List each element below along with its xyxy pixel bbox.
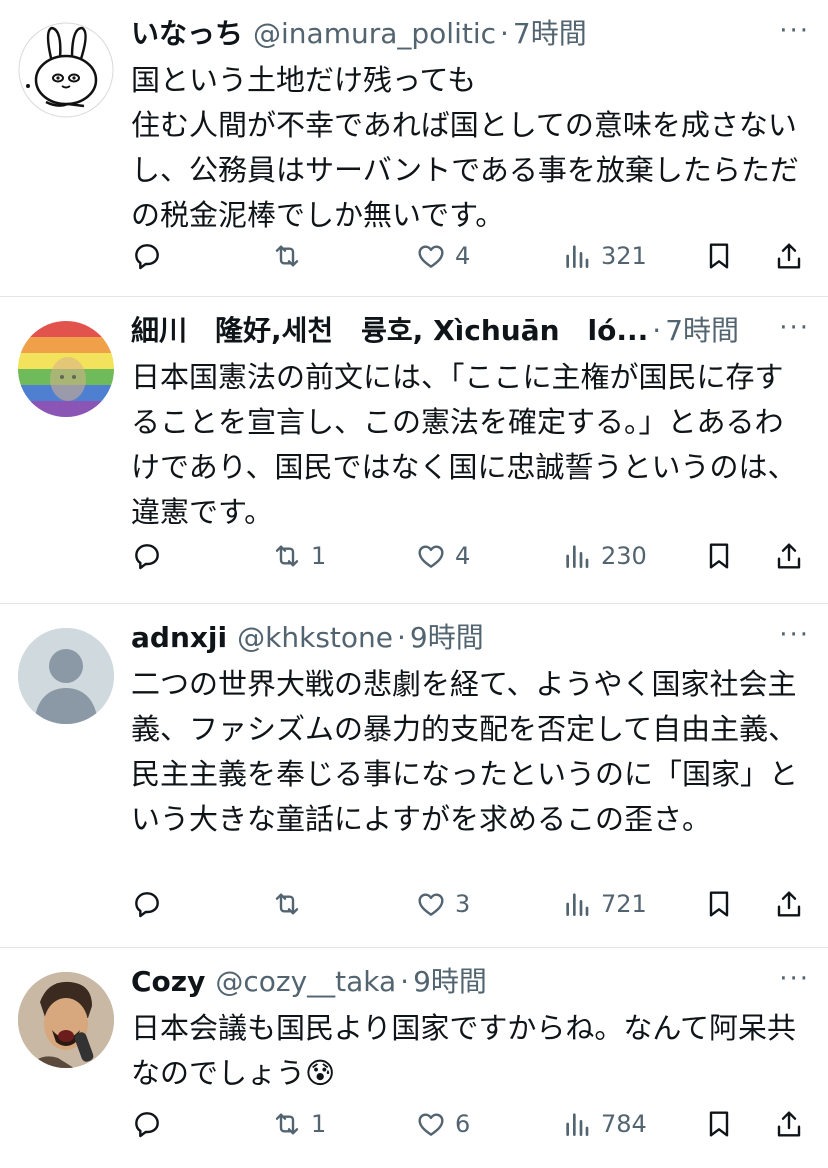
like-button[interactable]: 6	[415, 1108, 470, 1140]
default-person-icon	[18, 628, 114, 724]
avatar[interactable]	[18, 972, 114, 1068]
tweet-text: 二つの世界大戦の悲劇を経て、ようやく国家社会主義、ファシズムの暴力的支配を否定し…	[131, 667, 799, 836]
like-button[interactable]: 3	[415, 888, 470, 920]
retweet-icon	[275, 1113, 299, 1135]
separator-dot: ·	[397, 621, 406, 654]
rainbow-avatar-icon	[18, 321, 114, 417]
share-icon	[777, 891, 801, 917]
retweet-count: 1	[311, 1110, 327, 1138]
more-icon[interactable]: ···	[779, 620, 810, 650]
more-icon[interactable]: ···	[779, 16, 810, 46]
bookmark-icon	[709, 243, 729, 269]
tweet-text: 日本国憲法の前文には、「ここに主権が国民に存することを宣言し、この憲法を確定する…	[131, 360, 797, 529]
author-handle[interactable]: @khkstone	[237, 618, 393, 658]
retweet-button[interactable]: 1	[271, 1108, 326, 1140]
retweet-button[interactable]	[271, 888, 311, 920]
reply-icon	[135, 544, 159, 570]
separator-dot: ·	[652, 314, 662, 347]
share-icon	[777, 243, 801, 269]
share-icon	[777, 543, 801, 569]
author-name[interactable]: Cozy	[131, 962, 205, 1002]
retweet-button[interactable]	[271, 240, 311, 272]
views-count: 230	[601, 542, 647, 570]
tweet[interactable]: adnxji @khkstone · 9時間 ··· 二つの世界大戦の悲劇を経て…	[0, 604, 828, 948]
retweet-icon	[275, 245, 299, 267]
singer-avatar-icon	[18, 972, 114, 1068]
reply-icon	[135, 1112, 159, 1138]
like-count: 3	[455, 890, 471, 918]
share-button[interactable]	[773, 540, 805, 572]
views-count: 784	[601, 1110, 647, 1138]
bookmark-button[interactable]	[703, 240, 735, 272]
action-bar: 1 4 230	[131, 536, 810, 576]
like-count: 4	[455, 542, 471, 570]
tweet-text: 日本会議も国民より国家ですからね。なんて阿呆共なのでしょう😰	[131, 1011, 796, 1090]
retweet-icon	[275, 545, 299, 567]
reply-icon	[135, 244, 159, 270]
more-icon[interactable]: ···	[779, 313, 810, 343]
views-count: 721	[601, 890, 647, 918]
bookmark-icon	[709, 543, 729, 569]
timestamp[interactable]: 9時間	[413, 962, 487, 1002]
like-count: 6	[455, 1110, 471, 1138]
like-button[interactable]: 4	[415, 240, 470, 272]
bookmark-button[interactable]	[703, 1108, 735, 1140]
views-count: 321	[601, 242, 647, 270]
avatar[interactable]	[18, 22, 114, 118]
action-bar: 3 721	[131, 884, 810, 924]
tweet[interactable]: Cozy @cozy__taka · 9時間 ··· 日本会議も国民より国家です…	[0, 948, 828, 1168]
reply-button[interactable]	[131, 1108, 171, 1140]
bookmark-button[interactable]	[703, 540, 735, 572]
bookmark-icon	[709, 1111, 729, 1137]
separator-dot: ·	[500, 17, 509, 50]
like-count: 4	[455, 242, 471, 270]
views-icon	[566, 1113, 589, 1136]
timestamp[interactable]: 7時間	[513, 14, 587, 54]
tweet[interactable]: いなっち @inamura_politic · 7時間 ··· 国という土地だけ…	[0, 0, 828, 297]
author-name[interactable]: いなっち	[131, 14, 243, 54]
views-button[interactable]: 321	[561, 240, 647, 272]
separator-dot: ·	[400, 965, 410, 998]
tweet[interactable]: 細川 隆好,세천 륭호, Xìchuān ló... · 7時間 ··· 日本国…	[0, 297, 828, 604]
share-button[interactable]	[773, 888, 805, 920]
author-name[interactable]: adnxji	[131, 618, 227, 658]
views-icon	[566, 245, 589, 268]
timestamp[interactable]: 9時間	[410, 618, 484, 658]
action-bar: 4 321	[131, 236, 810, 276]
like-icon	[418, 545, 444, 568]
timestamp[interactable]: 7時間	[665, 311, 739, 351]
like-icon	[418, 245, 444, 268]
avatar[interactable]	[18, 321, 114, 417]
like-icon	[418, 1113, 444, 1136]
retweet-count: 1	[311, 542, 327, 570]
author-handle[interactable]: @cozy__taka	[215, 962, 396, 1002]
share-button[interactable]	[773, 240, 805, 272]
author-name[interactable]: 細川 隆好,세천 륭호, Xìchuān ló...	[131, 311, 648, 351]
retweet-icon	[275, 893, 299, 915]
author-handle[interactable]: @inamura_politic	[253, 14, 496, 54]
share-button[interactable]	[773, 1108, 805, 1140]
views-icon	[566, 545, 589, 568]
views-icon	[566, 893, 589, 916]
avatar[interactable]	[18, 628, 114, 724]
like-button[interactable]: 4	[415, 540, 470, 572]
reply-button[interactable]	[131, 888, 171, 920]
bookmark-button[interactable]	[703, 888, 735, 920]
reply-icon	[135, 892, 159, 918]
share-icon	[777, 1111, 801, 1137]
more-icon[interactable]: ···	[779, 964, 810, 994]
bookmark-icon	[709, 891, 729, 917]
reply-button[interactable]	[131, 240, 171, 272]
rabbit-avatar-icon	[18, 22, 114, 118]
views-button[interactable]: 784	[561, 1108, 647, 1140]
views-button[interactable]: 721	[561, 888, 647, 920]
retweet-button[interactable]: 1	[271, 540, 326, 572]
views-button[interactable]: 230	[561, 540, 647, 572]
tweet-text: 国という土地だけ残っても 住む人間が不幸であれば国としての意味を成さないし、公務…	[131, 63, 799, 232]
reply-button[interactable]	[131, 540, 171, 572]
like-icon	[418, 893, 444, 916]
action-bar: 1 6 784	[131, 1104, 810, 1144]
